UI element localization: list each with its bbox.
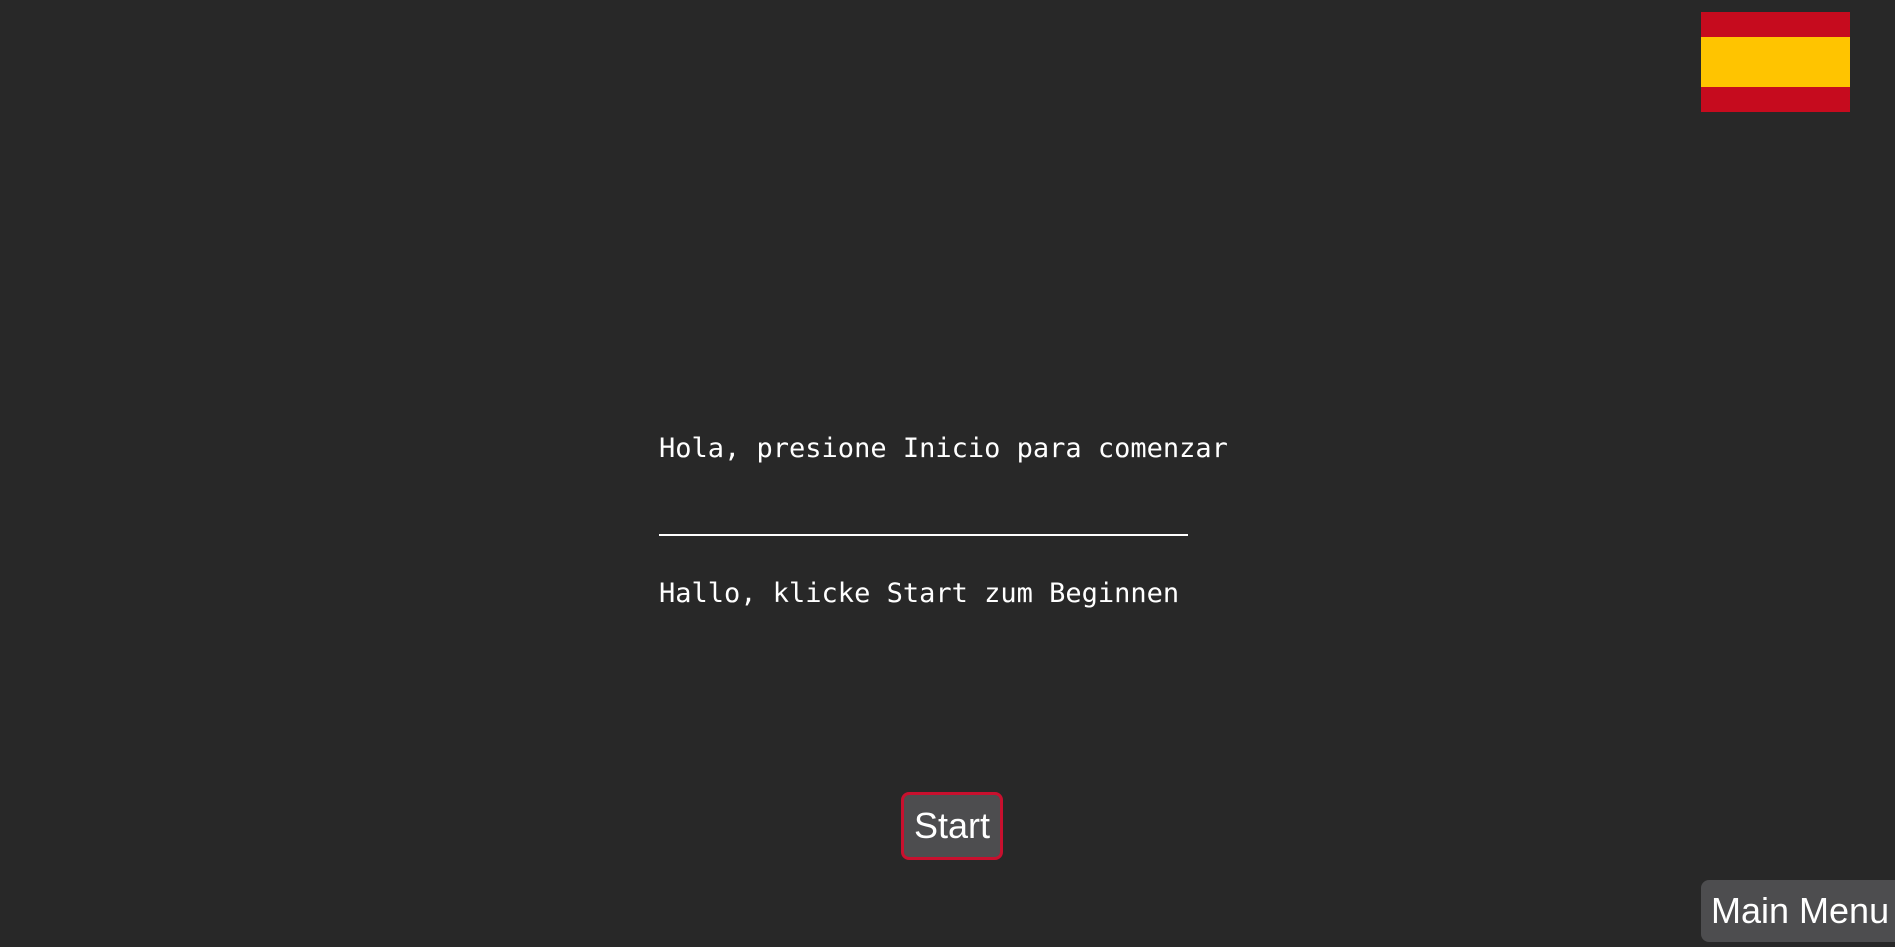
flag-stripe-top bbox=[1701, 12, 1850, 37]
flag-stripe-middle bbox=[1701, 37, 1850, 87]
german-prompt: Hallo, klicke Start zum Beginnen bbox=[659, 578, 1180, 609]
flag-stripe-bottom bbox=[1701, 87, 1850, 112]
spanish-prompt: Hola, presione Inicio para comenzar bbox=[659, 433, 1228, 464]
start-button[interactable]: Start bbox=[901, 792, 1003, 860]
main-menu-button[interactable]: Main Menu bbox=[1701, 880, 1895, 942]
spain-flag-icon[interactable] bbox=[1701, 12, 1850, 112]
answer-divider-line bbox=[659, 534, 1188, 536]
